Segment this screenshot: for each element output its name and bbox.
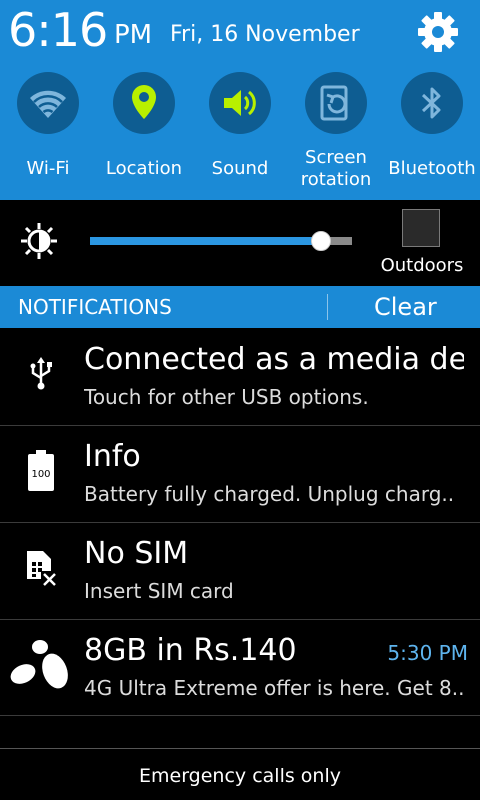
- carrier-logo-icon: [10, 640, 68, 689]
- brightness-icon: [21, 223, 57, 259]
- notification-no-sim[interactable]: No SIM Insert SIM card: [0, 523, 480, 619]
- toggle-wifi[interactable]: Wi-Fi: [0, 70, 96, 180]
- quick-toggles: Wi-Fi Location Sound Screen rotation Blu…: [0, 70, 480, 200]
- clear-button[interactable]: Clear: [374, 292, 437, 322]
- notification-icon-wrap: [14, 541, 68, 595]
- notification-subtitle: 4G Ultra Extreme offer is here. Get 8..: [84, 676, 464, 700]
- settings-gear-icon[interactable]: [414, 8, 462, 56]
- notification-icon-wrap: [8, 638, 72, 692]
- clock-time: 6:16: [8, 3, 108, 57]
- date-label: Fri, 16 November: [170, 22, 360, 47]
- notification-time: 5:30 PM: [387, 641, 468, 665]
- brightness-fill: [90, 237, 321, 245]
- clock-ampm: PM: [114, 20, 153, 50]
- rotation-icon: [320, 85, 348, 121]
- quick-settings-panel: 6:16 PM Fri, 16 November Wi-Fi Location …: [0, 0, 480, 200]
- notification-title: Connected as a media de..: [84, 342, 464, 377]
- toggle-label: Sound: [211, 158, 269, 179]
- emergency-calls-text: Emergency calls only: [139, 765, 341, 787]
- toggle-label: Screen rotation: [300, 147, 372, 190]
- toggle-circle: [17, 72, 79, 134]
- notification-title: Info: [84, 439, 141, 474]
- speaker-icon: [224, 90, 256, 116]
- notification-icon-wrap: 100: [14, 444, 68, 498]
- notification-title: No SIM: [84, 536, 189, 571]
- outdoors-checkbox[interactable]: [402, 209, 440, 247]
- notification-subtitle: Insert SIM card: [84, 579, 234, 603]
- notifications-header: NOTIFICATIONS Clear: [0, 286, 480, 328]
- battery-level-text: 100: [31, 469, 50, 480]
- toggle-screen-rotation[interactable]: Screen rotation: [288, 70, 384, 191]
- footer-divider: [0, 748, 480, 749]
- divider: [0, 715, 480, 716]
- battery-icon: 100: [28, 450, 54, 491]
- toggle-circle: [401, 72, 463, 134]
- toggle-label: Location: [105, 158, 183, 179]
- no-sim-icon: [27, 551, 57, 587]
- usb-icon: [30, 357, 52, 390]
- toggle-label: Bluetooth: [388, 158, 476, 179]
- toggle-bluetooth[interactable]: Bluetooth: [384, 70, 480, 180]
- notification-subtitle: Touch for other USB options.: [84, 385, 369, 409]
- toggle-circle: [209, 72, 271, 134]
- header-divider: [327, 294, 328, 320]
- toggle-label: Wi-Fi: [26, 158, 70, 179]
- brightness-slider-thumb[interactable]: [311, 231, 331, 251]
- notification-subtitle: Battery fully charged. Unplug charg..: [84, 482, 455, 506]
- toggle-sound[interactable]: Sound: [192, 70, 288, 180]
- toggle-circle: [305, 72, 367, 134]
- notification-battery[interactable]: 100 Info Battery fully charged. Unplug c…: [0, 426, 480, 522]
- outdoors-label: Outdoors: [380, 255, 464, 276]
- notifications-title: NOTIFICATIONS: [18, 295, 172, 319]
- notification-icon-wrap: [14, 347, 68, 401]
- notification-offer[interactable]: 8GB in Rs.140 5:30 PM 4G Ultra Extreme o…: [0, 620, 480, 716]
- toggle-location[interactable]: Location: [96, 70, 192, 180]
- notification-usb[interactable]: Connected as a media de.. Touch for othe…: [0, 329, 480, 425]
- bluetooth-icon: [421, 87, 441, 119]
- notification-title: 8GB in Rs.140: [84, 633, 297, 668]
- wifi-icon: [30, 90, 66, 118]
- toggle-circle: [113, 72, 175, 134]
- location-pin-icon: [132, 85, 156, 119]
